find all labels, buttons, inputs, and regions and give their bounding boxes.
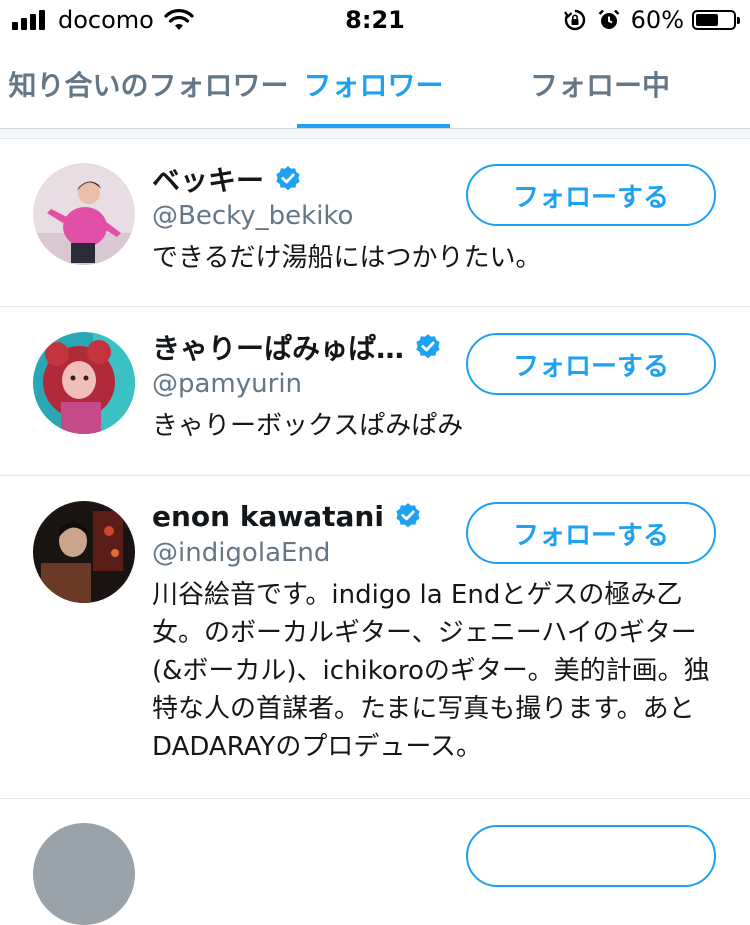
tab-mutual-followers[interactable]: 知り合いのフォロワー (6, 40, 291, 128)
avatar[interactable] (33, 501, 135, 603)
follower-row[interactable]: enon kawatani @indigolaEnd 川谷絵音です。indigo… (0, 476, 750, 799)
follow-button[interactable]: フォローする (466, 502, 716, 564)
battery-percentage: 60% (630, 6, 684, 34)
user-handle: @indigolaEnd (152, 538, 331, 568)
follow-button[interactable] (466, 825, 716, 887)
user-handle: @Becky_bekiko (152, 201, 354, 231)
verified-badge-icon (396, 503, 420, 528)
divider-strip (0, 129, 750, 139)
rotation-lock-icon (563, 9, 585, 31)
active-tab-indicator (297, 124, 450, 128)
verified-badge-icon (276, 166, 300, 191)
user-name: ベッキー (152, 164, 265, 197)
tab-following[interactable]: フォロー中 (500, 40, 700, 128)
user-name: enon kawatani (152, 499, 384, 533)
name-line: きゃりーぱみゅぱ… (152, 327, 442, 367)
tab-followers[interactable]: フォロワー (297, 40, 450, 128)
verified-badge-icon (416, 334, 440, 359)
name-line: enon kawatani (152, 496, 422, 536)
user-bio: きゃりーボックスぱみぱみ (152, 411, 464, 441)
follower-row[interactable]: きゃりーぱみゅぱ… @pamyurin きゃりーボックスぱみぱみ フォローする (0, 307, 750, 476)
user-handle: @pamyurin (152, 369, 303, 399)
follower-row[interactable] (0, 799, 750, 925)
avatar[interactable] (33, 332, 135, 434)
status-bar: docomo 8:21 60% (0, 0, 750, 40)
user-bio: 川谷絵音です。indigo la Endとゲスの極み乙女。のボーカルギター、ジェ… (152, 580, 710, 762)
user-name: きゃりーぱみゅぱ… (152, 332, 405, 365)
avatar[interactable] (33, 163, 135, 265)
tab-bar: 知り合いのフォロワー フォロワー フォロー中 (0, 40, 750, 129)
name-line: ベッキー (152, 159, 302, 199)
battery-fill (696, 14, 718, 26)
status-right: 60% (563, 6, 740, 34)
follow-button[interactable]: フォローする (466, 333, 716, 395)
alarm-icon (598, 9, 620, 29)
avatar[interactable] (33, 823, 135, 925)
follow-button[interactable]: フォローする (466, 164, 716, 226)
follower-row[interactable]: ベッキー @Becky_bekiko できるだけ湯船にはつかりたい。 フォローす… (0, 139, 750, 307)
user-bio: できるだけ湯船にはつかりたい。 (152, 243, 542, 273)
battery-icon (692, 10, 740, 30)
